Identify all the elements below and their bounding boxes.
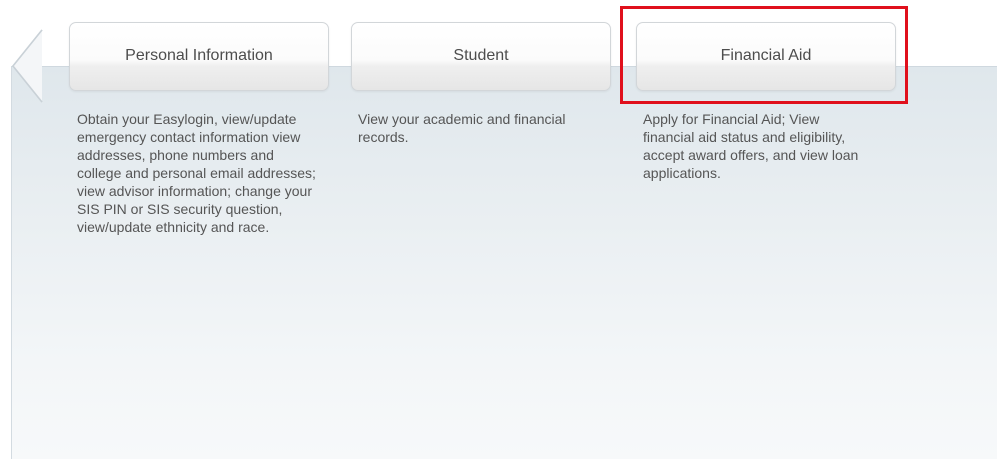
tab-financial-aid-label: Financial Aid — [720, 47, 812, 64]
student-description: View your academic and financial records… — [358, 111, 566, 145]
financial-aid-description: Apply for Financial Aid; View financial … — [643, 111, 859, 181]
tab-financial-aid[interactable]: Financial Aid — [636, 22, 896, 91]
tab-personal-information[interactable]: Personal Information — [69, 22, 329, 91]
tab-personal-information-label: Personal Information — [125, 47, 273, 64]
personal-information-description: Obtain your Easylogin, view/update emerg… — [77, 111, 316, 235]
tab-student[interactable]: Student — [351, 22, 611, 91]
scroll-left-button[interactable] — [10, 28, 44, 104]
tab-student-label: Student — [453, 47, 509, 64]
chevron-left-icon — [12, 29, 43, 103]
menu-stage: Personal Information Student Financial A… — [0, 0, 997, 459]
